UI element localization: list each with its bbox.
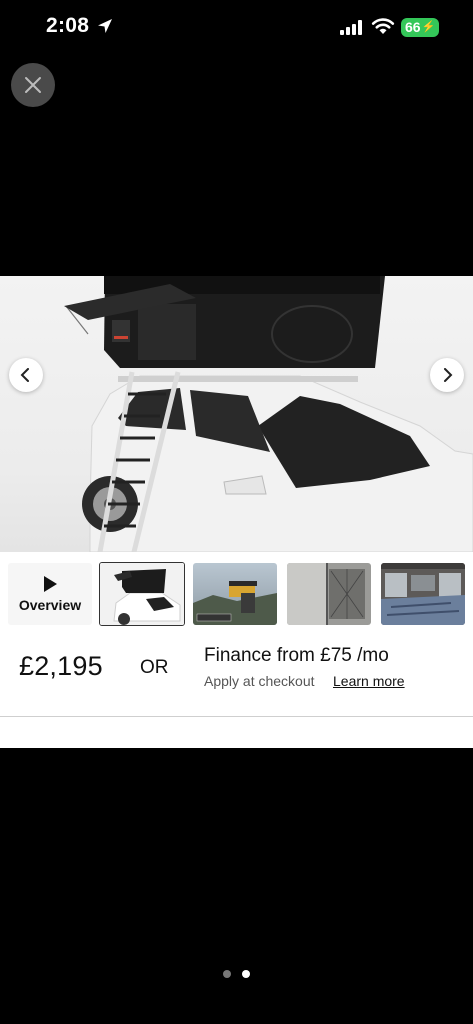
battery-level: 66 [405, 19, 421, 35]
location-arrow-icon [98, 19, 112, 33]
pricing-section: £2,195 OR Finance from £75 /mo Apply at … [0, 627, 473, 717]
play-icon [44, 575, 57, 592]
close-button[interactable] [11, 63, 55, 107]
thumbnail-item[interactable] [193, 563, 277, 625]
thumbnail-image [100, 563, 184, 625]
previous-image-button[interactable] [9, 358, 43, 392]
page-indicator [221, 970, 253, 980]
product-price: £2,195 [19, 651, 103, 681]
close-icon [25, 77, 41, 93]
cellular-signal-icon [340, 20, 364, 35]
hero-image[interactable] [0, 276, 473, 552]
page-dot-active[interactable] [242, 970, 250, 978]
thumbnail-image [381, 563, 465, 625]
thumbnail-strip: Overview [0, 561, 473, 627]
thumbnail-item[interactable] [287, 563, 371, 625]
thumbnail-image [287, 563, 371, 625]
chevron-right-icon [444, 368, 453, 382]
status-bar: 2:08 66 ⚡ [0, 0, 473, 56]
divider [0, 716, 473, 717]
thumbnail-image [193, 563, 277, 625]
thumbnail-item[interactable] [99, 562, 185, 626]
next-image-button[interactable] [430, 358, 464, 392]
product-card: Overview £2,195 OR Finance from £75 /mo … [0, 276, 473, 748]
product-photo [64, 276, 473, 552]
thumbnail-item[interactable] [381, 563, 465, 625]
finance-subtitle: Apply at checkout [204, 673, 315, 689]
thumbnail-overview[interactable]: Overview [8, 563, 92, 625]
overview-label: Overview [18, 596, 82, 613]
wifi-icon [371, 18, 395, 34]
learn-more-link[interactable]: Learn more [333, 673, 405, 689]
or-label: OR [140, 657, 169, 678]
finance-title: Finance from £75 /mo [204, 645, 389, 666]
status-time: 2:08 [46, 14, 90, 37]
battery-charging-icon: ⚡ [421, 21, 436, 33]
page-dot[interactable] [223, 970, 231, 978]
chevron-left-icon [20, 368, 29, 382]
battery-indicator: 66 ⚡ [401, 18, 440, 37]
